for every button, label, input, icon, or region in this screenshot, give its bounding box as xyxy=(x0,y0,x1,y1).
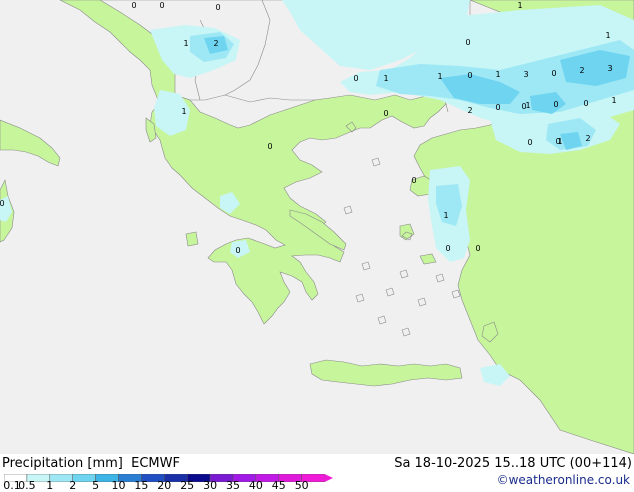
precip-value-label: 1 xyxy=(383,74,388,83)
precip-value-label: 0 xyxy=(383,109,388,118)
map-footer: Precipitation [mm] ECMWF Sa 18-10-2025 1… xyxy=(0,454,634,492)
legend-label: 35 xyxy=(226,479,240,492)
product-title: Precipitation [mm] ECMWF xyxy=(2,456,180,471)
precip-value-label: 2 xyxy=(585,134,590,143)
precip-value-label: 1 xyxy=(611,96,616,105)
precip-value-label: 0 xyxy=(583,99,588,108)
legend-label: 30 xyxy=(203,479,218,492)
legend-label: 40 xyxy=(248,479,263,492)
precip-value-label: 1 xyxy=(557,137,562,146)
precip-value-label: 0 xyxy=(527,138,532,147)
precip-value-label: 0 xyxy=(411,176,416,185)
precip-value-label: 1 xyxy=(181,107,186,116)
precip-value-label: 0 xyxy=(445,244,450,253)
legend-label: 20 xyxy=(157,479,172,492)
precip-value-label: 1 xyxy=(437,72,442,81)
precip-value-label: 1 xyxy=(517,1,522,10)
legend-label: 25 xyxy=(180,479,195,492)
precip-value-label: 0 xyxy=(495,103,500,112)
legend-label: 45 xyxy=(271,479,286,492)
precip-value-label: 0 xyxy=(551,69,556,78)
precip-value-label: 3 xyxy=(523,70,528,79)
legend-label: 50 xyxy=(294,479,309,492)
precip-value-label: 0 xyxy=(0,199,5,208)
legend-label: 0.5 xyxy=(18,479,36,492)
kefalonia xyxy=(185,231,199,247)
legend-label: 2 xyxy=(69,479,77,492)
precip-value-label: 0 xyxy=(131,1,136,10)
legend-label: 1 xyxy=(46,479,54,492)
precip-value-label: 2 xyxy=(213,39,218,48)
precipitation-map: 0 0 0 1 1 2 0 0 1 1 0 1 3 0 2 3 1 1 0 2 … xyxy=(0,0,634,454)
precip-value-label: 0 xyxy=(353,74,358,83)
precip-value-label: 0 xyxy=(465,38,470,47)
precip-value-label: 2 xyxy=(467,106,472,115)
precip-value-label: 1 xyxy=(525,101,530,110)
precip-value-label: 0 xyxy=(215,3,220,12)
legend-label: 15 xyxy=(134,479,149,492)
precip-value-label: 0 xyxy=(475,244,480,253)
legend-label: 5 xyxy=(92,479,100,492)
precip-value-label: 1 xyxy=(443,211,448,220)
precip-value-label: 0 xyxy=(267,142,272,151)
precip-value-label: 2 xyxy=(579,66,584,75)
precip-value-label: 1 xyxy=(183,39,188,48)
precip-value-label: 3 xyxy=(607,64,612,73)
legend-label: 10 xyxy=(111,479,126,492)
precip-value-label: 0 xyxy=(235,246,240,255)
model-name: ECMWF xyxy=(131,456,180,471)
valid-time: Sa 18-10-2025 15..18 UTC (00+114) xyxy=(394,456,632,471)
precip-value-label: 1 xyxy=(605,31,610,40)
product-name: Precipitation [mm] xyxy=(2,456,123,471)
precip-value-label: 0 xyxy=(467,71,472,80)
legend-arrow xyxy=(324,474,333,482)
credit-link[interactable]: ©weatheronline.co.uk xyxy=(497,473,630,487)
precip-value-label: 1 xyxy=(495,70,500,79)
precip-value-label: 0 xyxy=(553,100,558,109)
precip-value-label: 0 xyxy=(159,1,164,10)
